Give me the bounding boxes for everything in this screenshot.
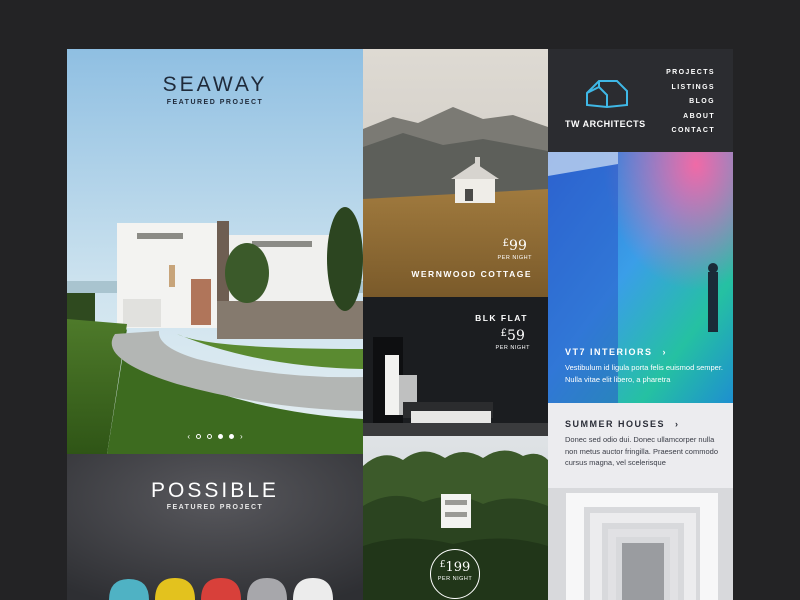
price-amount: 99 [509,238,527,254]
slider-pagination: ‹ › [67,432,363,441]
slider-next-arrow[interactable]: › [240,432,243,441]
slider-prev-arrow[interactable]: ‹ [187,432,190,441]
listing-name: WERNWOOD COTTAGE [411,269,532,279]
featured-subtitle: FEATURED PROJECT [166,99,264,106]
section-title-text: SUMMER HOUSES [565,419,666,429]
nav-item-projects[interactable]: PROJECTS [666,66,715,81]
listing-forest-card[interactable]: £199 PER NIGHT [363,436,548,600]
brand-name[interactable]: TW ARCHITECTS [565,119,646,129]
section-summer-houses[interactable]: SUMMER HOUSES › Donec sed odio dui. Done… [548,403,733,600]
nav-item-listings[interactable]: LISTINGS [666,81,715,96]
nav-item-blog[interactable]: BLOG [666,95,715,110]
nav-item-contact[interactable]: CONTACT [666,124,715,139]
listing-wernwood-card[interactable]: £99 PER NIGHT WERNWOOD COTTAGE [363,49,548,297]
featured-title: POSSIBLE [151,479,279,502]
listing-price-badge: £199 PER NIGHT [430,549,480,599]
per-night-label: PER NIGHT [495,345,530,351]
section-title[interactable]: VT7 INTERIORS › [565,347,667,357]
listing-price: £59 PER NIGHT [496,328,530,351]
featured-subtitle: FEATURED PROJECT [166,504,264,511]
section-title[interactable]: SUMMER HOUSES › [565,419,680,429]
house-outline-icon[interactable] [583,77,631,109]
site-header: TW ARCHITECTS PROJECTS LISTINGS BLOG ABO… [548,49,733,152]
per-night-label: PER NIGHT [437,576,473,582]
listing-name: BLK FLAT [475,313,528,323]
chairs-photo [67,454,363,600]
slider-dot-active[interactable] [218,434,223,439]
featured-seaway-card[interactable]: SEAWAY FEATURED PROJECT ‹ › [67,49,363,454]
slider-dot[interactable] [229,434,234,439]
section-vt7-interiors[interactable]: VT7 INTERIORS › Vestibulum id ligula por… [548,152,733,403]
chevron-right-icon: › [662,347,668,357]
slider-dot[interactable] [207,434,212,439]
nav-item-about[interactable]: ABOUT [666,110,715,125]
price-amount: 199 [445,560,471,575]
chevron-right-icon: › [675,419,680,429]
slider-dot[interactable] [196,434,201,439]
section-title-text: VT7 INTERIORS [565,347,653,357]
page: SEAWAY FEATURED PROJECT ‹ › POSSIBLE FEA… [0,0,800,600]
featured-possible-card[interactable]: POSSIBLE FEATURED PROJECT [67,454,363,600]
seaway-house-photo [67,49,363,454]
section-description: Vestibulum id ligula porta felis euismod… [565,363,723,384]
listing-blk-flat-card[interactable]: BLK FLAT £59 PER NIGHT [363,297,548,436]
section-description: Donec sed odio dui. Donec ullamcorper nu… [565,435,718,467]
summer-house-photo [548,403,733,600]
featured-title: SEAWAY [162,73,268,96]
main-nav: PROJECTS LISTINGS BLOG ABOUT CONTACT [666,66,715,139]
per-night-label: PER NIGHT [497,255,532,261]
price-amount: 59 [507,328,525,344]
listing-price: £99 PER NIGHT [498,238,532,261]
